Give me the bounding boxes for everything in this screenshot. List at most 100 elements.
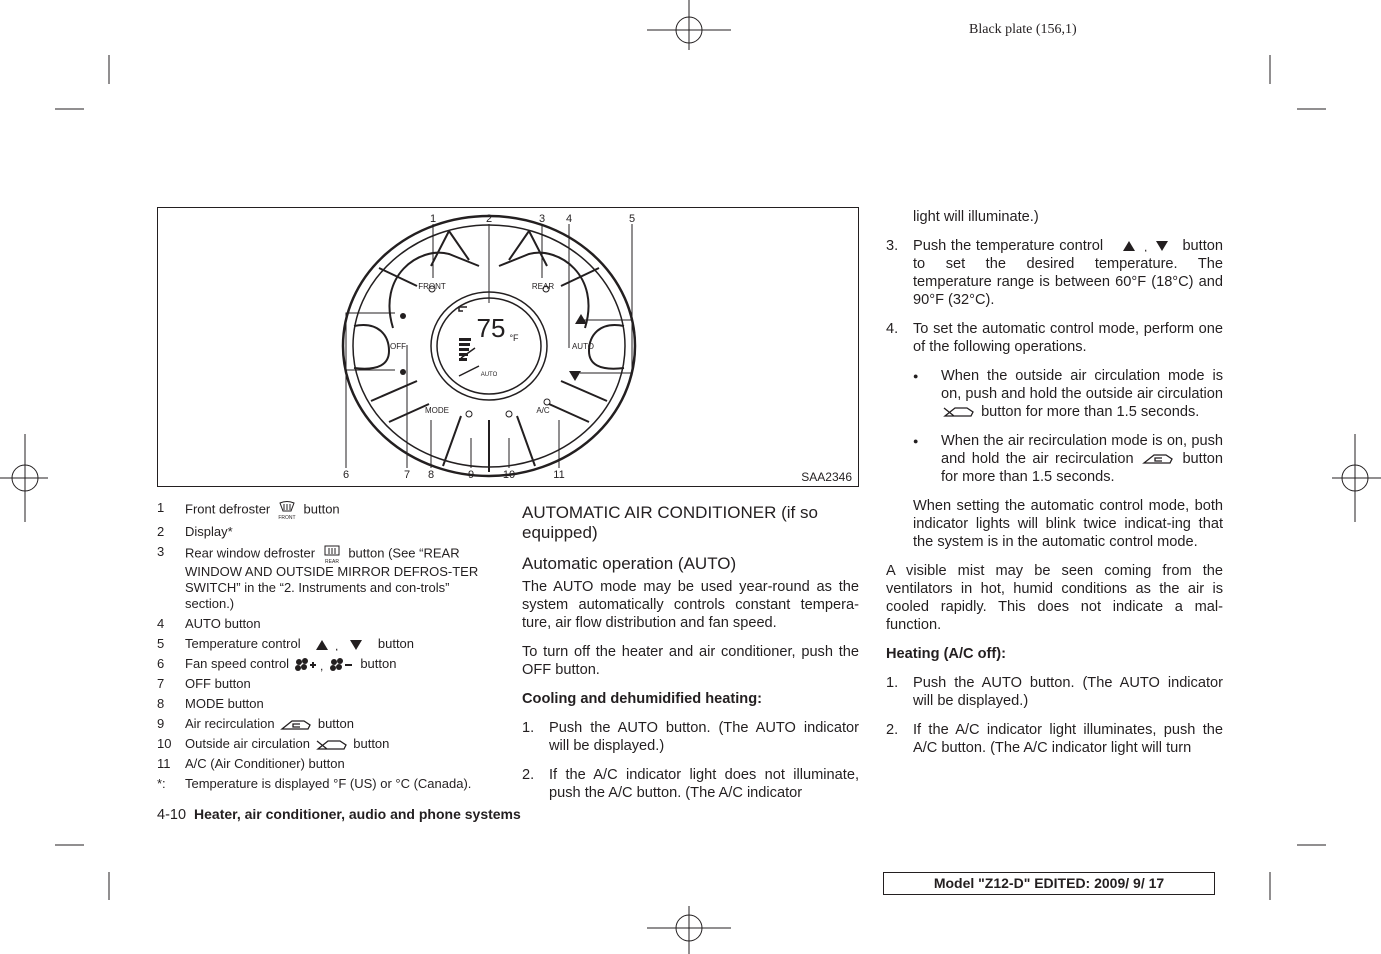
- legend-number: 4: [157, 616, 165, 631]
- legend-text: MODE button: [185, 696, 502, 712]
- legend-number: 7: [157, 676, 165, 691]
- paragraph: To turn off the heater and air condition…: [522, 644, 859, 678]
- front-defroster-icon: FRONT: [274, 501, 300, 520]
- legend-label: Temperature is displayed °F (US) or °C (…: [185, 776, 472, 791]
- list-item: 1. Push the AUTO button. (The AUTO indica…: [522, 719, 859, 755]
- svg-text:,: ,: [335, 639, 338, 651]
- legend-label: Rear window defroster: [185, 545, 316, 561]
- list-item: 1. Push the AUTO button. (The AUTO indica…: [886, 674, 1223, 710]
- heating-heading: Heating (A/C off):: [886, 646, 1006, 662]
- step-text: Push the temperature control , button to…: [913, 237, 1223, 309]
- bullet-item: ● When the air recirculation mode is on,…: [913, 432, 1223, 486]
- display-auto-label: AUTO: [481, 372, 498, 378]
- legend-text: Fan speed control , button: [185, 656, 502, 672]
- outside-air-icon: [314, 736, 350, 751]
- callout-9: 9: [468, 469, 474, 481]
- legend-number: 8: [157, 696, 165, 711]
- callout-4: 4: [566, 213, 572, 225]
- paragraph: light will illuminate.): [913, 209, 1039, 225]
- legend-number: 3: [157, 544, 165, 559]
- bullet-text: When the outside air circulation mode is…: [941, 367, 1223, 421]
- legend-label: Air recirculation: [185, 716, 275, 731]
- callout-3: 3: [539, 213, 545, 225]
- legend-item: 2 Display*: [157, 524, 502, 540]
- list-item: 2. If the A/C indicator light illuminates…: [886, 721, 1223, 757]
- legend-text: Temperature control , button: [185, 636, 502, 652]
- legend-text: Outside air circulation button: [185, 736, 502, 752]
- legend-text: A/C (Air Conditioner) button: [185, 756, 502, 772]
- plate-label: Black plate (156,1): [969, 22, 1077, 37]
- bullet-icon: ●: [913, 371, 919, 381]
- display-ring: [430, 291, 548, 401]
- legend-text: Front defroster FRONT button: [185, 500, 502, 520]
- list-item: 4. To set the automatic control mode, per…: [886, 320, 1223, 356]
- legend-label: Front defroster: [185, 501, 271, 517]
- off-label: OFF: [390, 342, 406, 351]
- subsection-heading: Automatic operation (AUTO): [522, 554, 737, 573]
- legend-label: Fan speed control: [185, 656, 290, 671]
- legend-suffix: button: [377, 636, 415, 651]
- legend-item: 6 Fan speed control , button: [157, 656, 502, 672]
- legend-suffix: button: [360, 656, 397, 671]
- display-unit: °F: [509, 333, 519, 343]
- outside-air-icon: [943, 407, 974, 417]
- callout-10: 10: [503, 469, 515, 481]
- legend-number: 11: [157, 756, 171, 771]
- climate-control-figure: FRONT REAR OFF AUTO MODE A/C AUTO 75 °F …: [157, 207, 859, 487]
- step-text-a: Push the temperature control: [913, 238, 1104, 254]
- rear-label: REAR: [532, 282, 554, 291]
- step-number: 2.: [522, 767, 535, 783]
- display-temp: 75: [477, 313, 506, 343]
- step-number: 3.: [886, 238, 899, 254]
- legend-text: Temperature is displayed °F (US) or °C (…: [185, 776, 502, 792]
- list-item: 3. Push the temperature control , button…: [886, 237, 1223, 309]
- legend-text: Display*: [185, 524, 502, 540]
- callout-1: 1: [430, 213, 436, 225]
- svg-text:FRONT: FRONT: [278, 515, 295, 520]
- paragraph: When setting the automatic control mode,…: [913, 498, 1223, 550]
- legend-item: 7 OFF button: [157, 676, 502, 692]
- svg-text:,: ,: [320, 659, 323, 672]
- right-column: light will illuminate.) 3. Push the temp…: [886, 208, 1223, 768]
- auto-label: AUTO: [572, 342, 594, 351]
- step-text: If the A/C indicator light illuminates, …: [913, 722, 1223, 756]
- list-item: 2. If the A/C indicator light does not il…: [522, 766, 859, 802]
- legend-label: Outside air circulation: [185, 736, 310, 751]
- legend-label: A/C (Air Conditioner) button: [185, 756, 345, 771]
- legend-text: Rear window defroster REAR button (See “…: [185, 544, 502, 612]
- svg-text:,: ,: [1144, 240, 1147, 252]
- front-label: FRONT: [418, 282, 446, 291]
- step-number: 1.: [522, 720, 535, 736]
- legend-item: 3 Rear window defroster REAR button (See …: [157, 544, 502, 612]
- bullet-icon: ●: [913, 436, 919, 446]
- callout-2: 2: [486, 213, 492, 225]
- callout-5: 5: [629, 213, 635, 225]
- legend-number: 1: [157, 500, 165, 515]
- step-text: Push the AUTO button. (The AUTO indicato…: [913, 675, 1223, 709]
- step-text: To set the automatic control mode, perfo…: [913, 321, 1223, 355]
- legend-text: Air recirculation button: [185, 716, 502, 732]
- legend-item: 4 AUTO button: [157, 616, 502, 632]
- step-number: 2.: [886, 722, 899, 738]
- legend-number: 10: [157, 736, 172, 751]
- legend-item: 10 Outside air circulation button: [157, 736, 502, 752]
- page-number: 4-10: [157, 807, 187, 823]
- step-text: If the A/C indicator light does not illu…: [549, 767, 859, 801]
- legend-label: AUTO button: [185, 616, 261, 631]
- ac-label: A/C: [536, 406, 550, 415]
- bullet-text-b: button for more than 1.5 seconds.: [981, 404, 1200, 420]
- control-panel-diagram: FRONT REAR OFF AUTO MODE A/C AUTO 75 °F …: [341, 213, 637, 481]
- up-down-triangle-icon: ,: [304, 636, 374, 651]
- legend-item: 1 Front defroster FRONT button: [157, 500, 502, 520]
- legend-number: 9: [157, 716, 165, 731]
- callout-8: 8: [428, 469, 434, 481]
- legend-label: Display*: [185, 524, 233, 539]
- page-footer: 4-10 Heater, air conditioner, audio and p…: [157, 806, 521, 823]
- fan-plus-minus-icon: ,: [293, 656, 357, 672]
- bullet-text-a: When the outside air circulation mode is…: [941, 368, 1223, 402]
- bullet-text: When the air recirculation mode is on, p…: [941, 432, 1223, 486]
- legend-item: *: Temperature is displayed °F (US) or °C…: [157, 776, 502, 792]
- section-heading: AUTOMATIC AIR CONDITIONER (if so equippe…: [522, 503, 818, 542]
- figure-code: SAA2346: [801, 470, 852, 484]
- mode-label: MODE: [425, 406, 449, 415]
